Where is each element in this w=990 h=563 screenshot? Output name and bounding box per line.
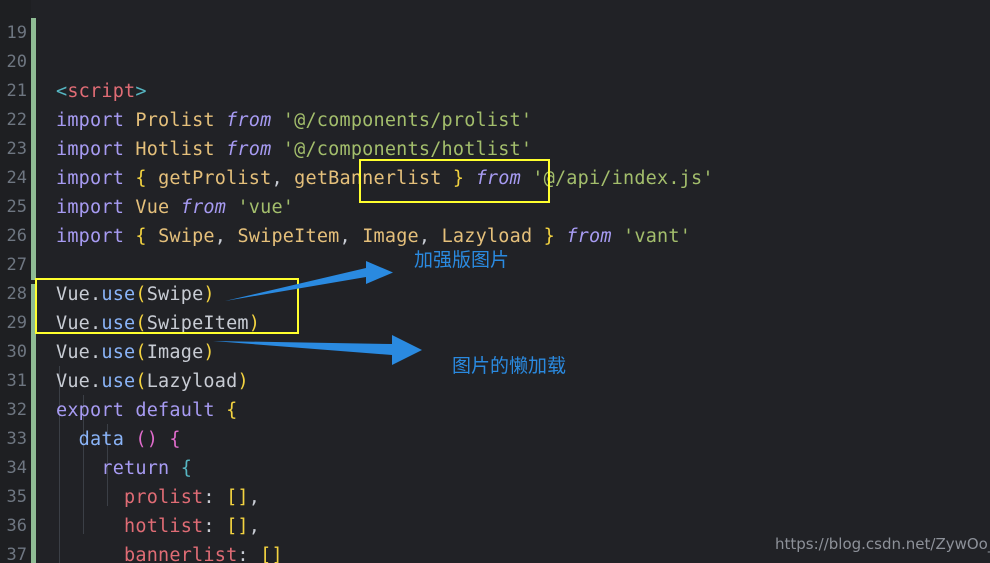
code-line[interactable]: 35 hotlist: [],	[0, 454, 990, 537]
code-line[interactable]: 21 import Prolist from '@/components/pro…	[0, 48, 990, 131]
code-line[interactable]: 22 import Hotlist from '@/components/hot…	[0, 77, 990, 160]
code-line[interactable]: 34 prolist: [],	[0, 425, 990, 508]
code-line[interactable]: 23 import { getProlist, getBannerlist } …	[0, 106, 990, 189]
code-line[interactable]: 33 return {	[0, 396, 990, 479]
code-line[interactable]: 36 bannerlist: []	[0, 483, 990, 563]
annotation-label-lazy-load: 图片的懒加载	[452, 355, 567, 377]
highlight-box-vue-use-image-lazyload	[35, 278, 299, 334]
highlight-box-image-lazyload-import	[359, 159, 550, 203]
code-line: 19	[0, 0, 990, 43]
annotation-label-enhanced-image: 加强版图片	[414, 249, 510, 271]
csdn-watermark: https://blog.csdn.net/ZywOo_	[775, 535, 990, 553]
code-line[interactable]: 20 <script>	[0, 19, 990, 102]
code-editor-screenshot: 19 20 <script> 21 import Prolist from '@…	[0, 0, 990, 563]
